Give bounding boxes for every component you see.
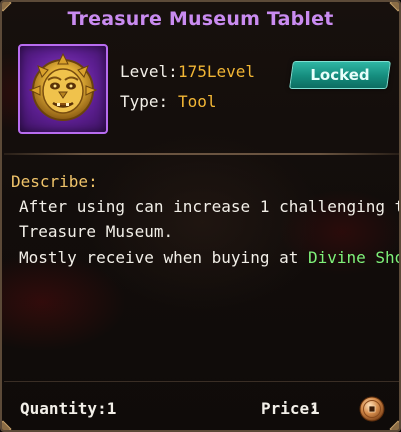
description-line-3: Mostly receive when buying at Divine Sho… — [19, 248, 399, 267]
divine-shop-link[interactable]: Divine Shop — [308, 248, 399, 267]
describe-label: Describe: — [11, 172, 98, 191]
section-divider — [4, 153, 399, 155]
quantity-text: Quantity:1 — [20, 399, 117, 418]
price-value: 1 — [310, 399, 320, 418]
item-tooltip-panel: Treasure Museum Tablet Level: 175Level T… — [0, 0, 401, 432]
locked-button[interactable]: Locked — [289, 61, 391, 89]
item-icon-frame — [18, 44, 108, 134]
type-value: Tool — [178, 92, 217, 111]
locked-button-label: Locked — [310, 66, 370, 84]
golden-lion-mask-icon — [28, 52, 98, 121]
description-line-2: Treasure Museum. — [19, 222, 174, 241]
type-label: Type: — [120, 92, 169, 111]
level-label: Level: — [120, 62, 178, 81]
item-title: Treasure Museum Tablet — [67, 8, 334, 30]
description-line-3-prefix: Mostly receive when buying at — [19, 248, 308, 267]
copper-coin-icon — [359, 396, 385, 422]
footer-divider — [4, 381, 399, 382]
description-line-1: After using can increase 1 challenging t… — [19, 197, 399, 216]
corner-ornament — [2, 420, 12, 430]
level-value: 175Level — [178, 62, 256, 81]
corner-ornament — [389, 420, 399, 430]
